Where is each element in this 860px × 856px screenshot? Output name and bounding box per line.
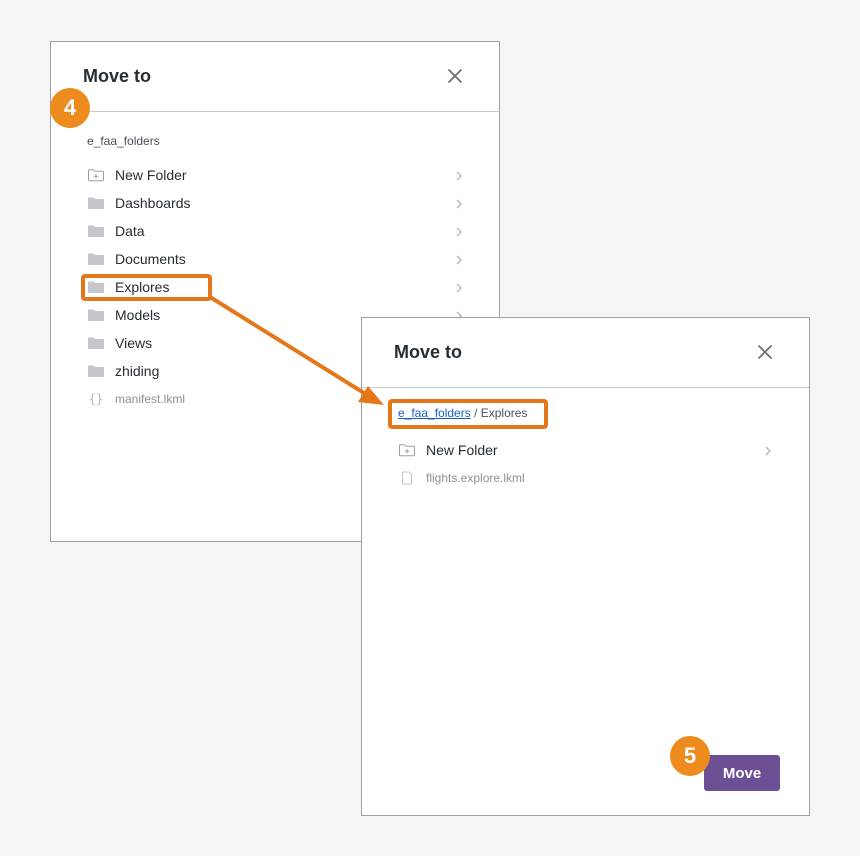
item-label: Models	[115, 307, 161, 323]
folder-icon	[87, 196, 105, 210]
folder-icon	[87, 308, 105, 322]
folder-item-documents[interactable]: Documents	[87, 245, 463, 273]
move-button[interactable]: Move	[704, 755, 780, 791]
chevron-right-icon[interactable]	[455, 169, 463, 181]
highlight-breadcrumb	[388, 399, 548, 429]
highlight-explores-row	[81, 274, 212, 301]
breadcrumb: e_faa_folders	[87, 134, 160, 148]
chevron-right-icon[interactable]	[455, 253, 463, 265]
move-to-dialog-right: Move to e_faa_folders / Explores New Fol…	[361, 317, 810, 816]
folder-icon	[87, 364, 105, 378]
folder-plus-icon	[87, 168, 105, 182]
dialog-title: Move to	[83, 66, 152, 86]
dialog-title: Move to	[394, 342, 463, 362]
item-label: zhiding	[115, 363, 160, 379]
close-button[interactable]	[755, 342, 775, 362]
close-icon	[448, 69, 462, 83]
chevron-right-icon[interactable]	[455, 197, 463, 209]
dialog-header: Move to	[51, 42, 499, 112]
folder-list: New Folder flights.explore.lkml	[398, 436, 772, 492]
folder-plus-icon	[398, 443, 416, 457]
svg-text:{}: {}	[89, 392, 103, 406]
item-label: Views	[115, 335, 153, 351]
file-item-flights-explore-lkml: flights.explore.lkml	[398, 464, 772, 492]
dialog-header: Move to	[362, 318, 809, 388]
close-button[interactable]	[445, 66, 465, 86]
chevron-right-icon[interactable]	[455, 281, 463, 293]
item-label: manifest.lkml	[115, 392, 186, 406]
braces-icon: {}	[87, 392, 105, 406]
folder-icon	[87, 224, 105, 238]
folder-item-new-folder[interactable]: New Folder	[398, 436, 772, 464]
item-label: Data	[115, 223, 145, 239]
chevron-right-icon[interactable]	[764, 444, 772, 456]
step-badge-5: 5	[670, 736, 710, 776]
item-label: New Folder	[115, 167, 187, 183]
close-icon	[758, 345, 772, 359]
chevron-right-icon[interactable]	[455, 225, 463, 237]
folder-item-dashboards[interactable]: Dashboards	[87, 189, 463, 217]
item-label: Documents	[115, 251, 186, 267]
step-badge-4: 4	[50, 88, 90, 128]
file-icon	[398, 471, 416, 485]
item-label: New Folder	[426, 442, 498, 458]
folder-item-new-folder[interactable]: New Folder	[87, 161, 463, 189]
folder-icon	[87, 252, 105, 266]
item-label: flights.explore.lkml	[426, 471, 525, 485]
folder-icon	[87, 336, 105, 350]
folder-item-data[interactable]: Data	[87, 217, 463, 245]
item-label: Dashboards	[115, 195, 191, 211]
